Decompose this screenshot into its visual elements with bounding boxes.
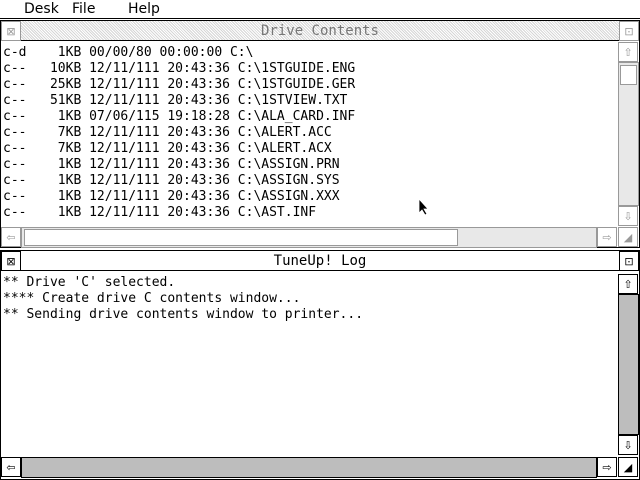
drive-row[interactable]: c-- 1KB 12/11/111 20:43:36 C:\ASSIGN.PRN: [3, 157, 340, 173]
drive-row[interactable]: c-- 25KB 12/11/111 20:43:36 C:\1STGUIDE.…: [3, 77, 355, 93]
resize-icon[interactable]: ◢: [618, 457, 638, 477]
log-horizontal-scrollbar[interactable]: [21, 457, 597, 478]
fuller-icon[interactable]: ⊡: [619, 21, 639, 41]
arrow-right-icon[interactable]: ⇨: [597, 457, 617, 477]
drive-window-title: Drive Contents: [260, 23, 379, 39]
drive-row[interactable]: c-- 1KB 12/11/111 20:43:36 C:\AST.INF: [3, 205, 316, 221]
close-icon[interactable]: ⊠: [1, 251, 21, 271]
arrow-left-icon[interactable]: ⇦: [1, 457, 21, 477]
drive-row[interactable]: c-- 7KB 12/11/111 20:43:36 C:\ALERT.ACX: [3, 141, 332, 157]
log-line: ** Drive 'C' selected.: [3, 275, 176, 290]
mouse-pointer-icon: [418, 198, 429, 216]
arrow-down-icon[interactable]: ⇩: [618, 435, 638, 455]
arrow-up-icon[interactable]: ⇧: [618, 42, 638, 62]
drive-contents-window: Drive Contents ⊠ ⊡ c-d 1KB 00/00/80 00:0…: [0, 20, 640, 248]
drive-row[interactable]: c-- 7KB 12/11/111 20:43:36 C:\ALERT.ACC: [3, 125, 332, 141]
horizontal-scroll-thumb[interactable]: [24, 229, 458, 246]
drive-contents-list: c-d 1KB 00/00/80 00:00:00 C:\ c-- 10KB 12…: [1, 41, 617, 227]
menu-bar: Desk File Help: [0, 0, 640, 19]
tuneup-log-window: TuneUp! Log ⊠ ⊡ ** Drive 'C' selected. **…: [0, 250, 640, 480]
menu-desk[interactable]: Desk: [24, 1, 59, 17]
resize-icon[interactable]: ◢: [618, 227, 638, 247]
drive-row[interactable]: c-- 10KB 12/11/111 20:43:36 C:\1STGUIDE.…: [3, 61, 355, 77]
log-window-titlebar[interactable]: TuneUp! Log ⊠ ⊡: [0, 250, 640, 271]
close-icon[interactable]: ⊠: [1, 21, 21, 41]
log-line: ** Sending drive contents window to prin…: [3, 307, 364, 322]
drive-window-titlebar[interactable]: Drive Contents ⊠ ⊡: [0, 20, 640, 41]
menu-file[interactable]: File: [72, 1, 95, 17]
arrow-right-icon[interactable]: ⇨: [597, 227, 617, 247]
drive-row[interactable]: c-- 1KB 07/06/115 19:18:28 C:\ALA_CARD.I…: [3, 109, 355, 125]
drive-vertical-scrollbar[interactable]: [618, 62, 639, 206]
drive-row[interactable]: c-- 1KB 12/11/111 20:43:36 C:\ASSIGN.SYS: [3, 173, 340, 189]
drive-horizontal-scrollbar[interactable]: [21, 227, 597, 248]
log-line: **** Create drive C contents window...: [3, 291, 301, 306]
vertical-scroll-thumb[interactable]: [620, 65, 637, 85]
log-content: ** Drive 'C' selected. **** Create drive …: [1, 275, 617, 455]
drive-row[interactable]: c-d 1KB 00/00/80 00:00:00 C:\: [3, 45, 253, 61]
menu-help[interactable]: Help: [128, 1, 160, 17]
drive-row[interactable]: c-- 51KB 12/11/111 20:43:36 C:\1STVIEW.T…: [3, 93, 347, 109]
arrow-left-icon[interactable]: ⇦: [1, 227, 21, 247]
log-vertical-scrollbar[interactable]: [618, 294, 639, 435]
log-window-title: TuneUp! Log: [273, 253, 367, 269]
drive-row[interactable]: c-- 1KB 12/11/111 20:43:36 C:\ASSIGN.XXX: [3, 189, 340, 205]
arrow-up-icon[interactable]: ⇧: [618, 274, 638, 294]
fuller-icon[interactable]: ⊡: [619, 251, 639, 271]
arrow-down-icon[interactable]: ⇩: [618, 206, 638, 226]
